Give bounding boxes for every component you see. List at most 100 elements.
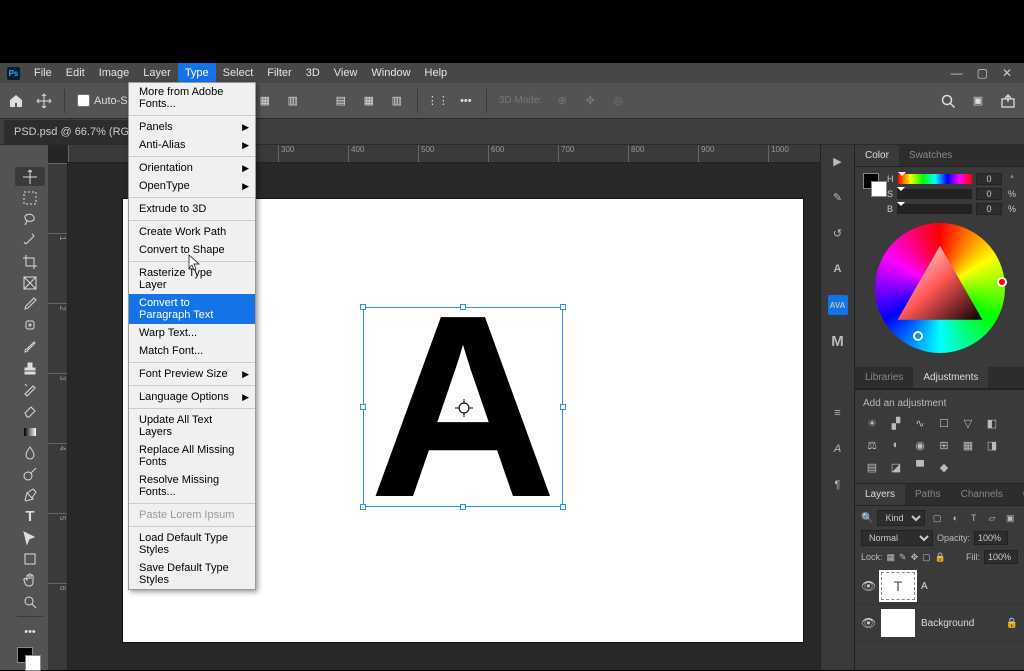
eyedropper-tool[interactable] xyxy=(15,295,45,314)
paragraph-panel-icon[interactable]: ¶ xyxy=(828,475,848,495)
dodge-tool[interactable] xyxy=(15,465,45,484)
menu-filter[interactable]: Filter xyxy=(260,63,298,83)
marquee-tool[interactable] xyxy=(15,188,45,207)
exposure-icon[interactable]: ☐ xyxy=(935,415,953,431)
distribute-icon[interactable]: ⋮⋮ xyxy=(430,93,446,109)
hsb-row-b[interactable]: B% xyxy=(887,203,1018,215)
align-bottom-icon[interactable]: ▥ xyxy=(389,93,405,109)
menu-item-save-default-type-styles[interactable]: Save Default Type Styles xyxy=(129,559,255,589)
pen-tool[interactable] xyxy=(15,486,45,505)
tab-gradients[interactable]: Gradients xyxy=(1013,484,1024,505)
levels-icon[interactable]: ▞ xyxy=(887,415,905,431)
align-top-icon[interactable]: ▤ xyxy=(333,93,349,109)
menu-image[interactable]: Image xyxy=(92,63,137,83)
crop-tool[interactable] xyxy=(15,252,45,271)
menu-item-font-preview-size[interactable]: Font Preview Size▶ xyxy=(129,365,255,383)
menu-item-panels[interactable]: Panels▶ xyxy=(129,118,255,136)
brush-panel-icon[interactable]: ✎ xyxy=(828,187,848,207)
filter-smart-icon[interactable]: ▣ xyxy=(1004,513,1016,524)
edit-toolbar-icon[interactable]: ••• xyxy=(15,622,45,641)
menu-item-anti-alias[interactable]: Anti-Alias▶ xyxy=(129,136,255,154)
move-tool-icon[interactable] xyxy=(36,93,52,109)
lock-transparency-icon[interactable]: ▦ xyxy=(887,552,896,563)
frame-tool[interactable] xyxy=(15,273,45,292)
foreground-background-swatch[interactable] xyxy=(863,173,879,189)
3d-zoom-icon[interactable]: ◎ xyxy=(610,93,626,109)
3d-pan-icon[interactable]: ✥ xyxy=(582,93,598,109)
workspace-icon[interactable]: ▣ xyxy=(970,93,986,109)
curves-icon[interactable]: ∿ xyxy=(911,415,929,431)
menu-3d[interactable]: 3D xyxy=(299,63,327,83)
tab-libraries[interactable]: Libraries xyxy=(855,367,913,388)
lock-position-icon[interactable]: ✥ xyxy=(911,552,919,563)
tab-layers[interactable]: Layers xyxy=(855,484,905,505)
gradient-tool[interactable] xyxy=(15,422,45,441)
glyphs-panel-icon[interactable]: A xyxy=(828,439,848,459)
blur-tool[interactable] xyxy=(15,443,45,462)
stamp-tool[interactable] xyxy=(15,358,45,377)
align-vcenter-icon[interactable]: ▦ xyxy=(361,93,377,109)
lasso-tool[interactable] xyxy=(15,210,45,229)
filter-shape-icon[interactable]: ▱ xyxy=(986,513,998,524)
paragraph-style-icon[interactable]: ≡ xyxy=(828,403,848,423)
menu-item-match-font-[interactable]: Match Font... xyxy=(129,342,255,360)
invert-icon[interactable]: ◨ xyxy=(983,437,1001,453)
hsb-row-s[interactable]: S% xyxy=(887,188,1018,200)
transform-bounds[interactable] xyxy=(363,307,563,507)
hsb-row-h[interactable]: H° xyxy=(887,173,1018,185)
menu-layer[interactable]: Layer xyxy=(136,63,178,83)
layer-row[interactable]: 👁TA xyxy=(855,568,1024,605)
brightness-icon[interactable]: ☀ xyxy=(863,415,881,431)
m-panel-icon[interactable]: M xyxy=(828,331,848,351)
search-icon[interactable] xyxy=(940,93,956,109)
lookup-icon[interactable]: ▦ xyxy=(959,437,977,453)
minimize-icon[interactable]: — xyxy=(951,66,963,80)
bw-icon[interactable]: ◐ xyxy=(887,437,905,453)
menu-window[interactable]: Window xyxy=(364,63,417,83)
hand-tool[interactable] xyxy=(15,571,45,590)
home-icon[interactable] xyxy=(8,93,24,109)
lock-all-icon[interactable]: 🔒 xyxy=(935,552,946,563)
move-tool[interactable] xyxy=(15,167,45,186)
menu-edit[interactable]: Edit xyxy=(59,63,92,83)
healing-tool[interactable] xyxy=(15,316,45,335)
colorbalance-icon[interactable]: ⚖ xyxy=(863,437,881,453)
menu-file[interactable]: File xyxy=(27,63,59,83)
opacity-field[interactable] xyxy=(974,531,1008,545)
menu-item-opentype[interactable]: OpenType▶ xyxy=(129,177,255,195)
menu-item-language-options[interactable]: Language Options▶ xyxy=(129,388,255,406)
close-icon[interactable]: ✕ xyxy=(1002,66,1012,80)
3d-orbit-icon[interactable]: ⊕ xyxy=(554,93,570,109)
photo-filter-icon[interactable]: ◉ xyxy=(911,437,929,453)
fill-field[interactable] xyxy=(984,550,1018,564)
visibility-icon[interactable]: 👁 xyxy=(861,616,875,630)
ava-badge[interactable]: AVA xyxy=(828,295,848,315)
align-right-icon[interactable]: ▥ xyxy=(285,93,301,109)
menu-item-replace-all-missing-fonts[interactable]: Replace All Missing Fonts xyxy=(129,441,255,471)
menu-item-convert-to-shape[interactable]: Convert to Shape xyxy=(129,241,255,259)
gradient-map-icon[interactable]: ▀ xyxy=(911,459,929,475)
tab-paths[interactable]: Paths xyxy=(905,484,951,505)
filter-type-icon[interactable]: T xyxy=(968,513,980,524)
filter-pixel-icon[interactable]: ▢ xyxy=(931,513,943,524)
align-center-icon[interactable]: ▦ xyxy=(257,93,273,109)
maximize-icon[interactable]: ▢ xyxy=(977,66,988,80)
tab-channels[interactable]: Channels xyxy=(951,484,1013,505)
character-panel-icon[interactable]: A xyxy=(828,259,848,279)
brush-tool[interactable] xyxy=(15,337,45,356)
threshold-icon[interactable]: ◪ xyxy=(887,459,905,475)
zoom-tool[interactable] xyxy=(15,592,45,611)
menu-item-warp-text-[interactable]: Warp Text... xyxy=(129,324,255,342)
menu-item-extrude-to-d[interactable]: Extrude to 3D xyxy=(129,200,255,218)
lock-pixels-icon[interactable]: ✎ xyxy=(899,552,907,563)
history-brush-tool[interactable] xyxy=(15,380,45,399)
menu-help[interactable]: Help xyxy=(418,63,455,83)
menu-item-orientation[interactable]: Orientation▶ xyxy=(129,159,255,177)
tab-swatches[interactable]: Swatches xyxy=(899,145,962,166)
type-tool[interactable]: T xyxy=(15,507,45,526)
shape-tool[interactable] xyxy=(15,550,45,569)
menu-select[interactable]: Select xyxy=(216,63,261,83)
channel-mixer-icon[interactable]: ⊞ xyxy=(935,437,953,453)
blend-mode-select[interactable]: Normal xyxy=(861,530,933,546)
layer-filter-kind[interactable]: Kind xyxy=(877,510,925,526)
